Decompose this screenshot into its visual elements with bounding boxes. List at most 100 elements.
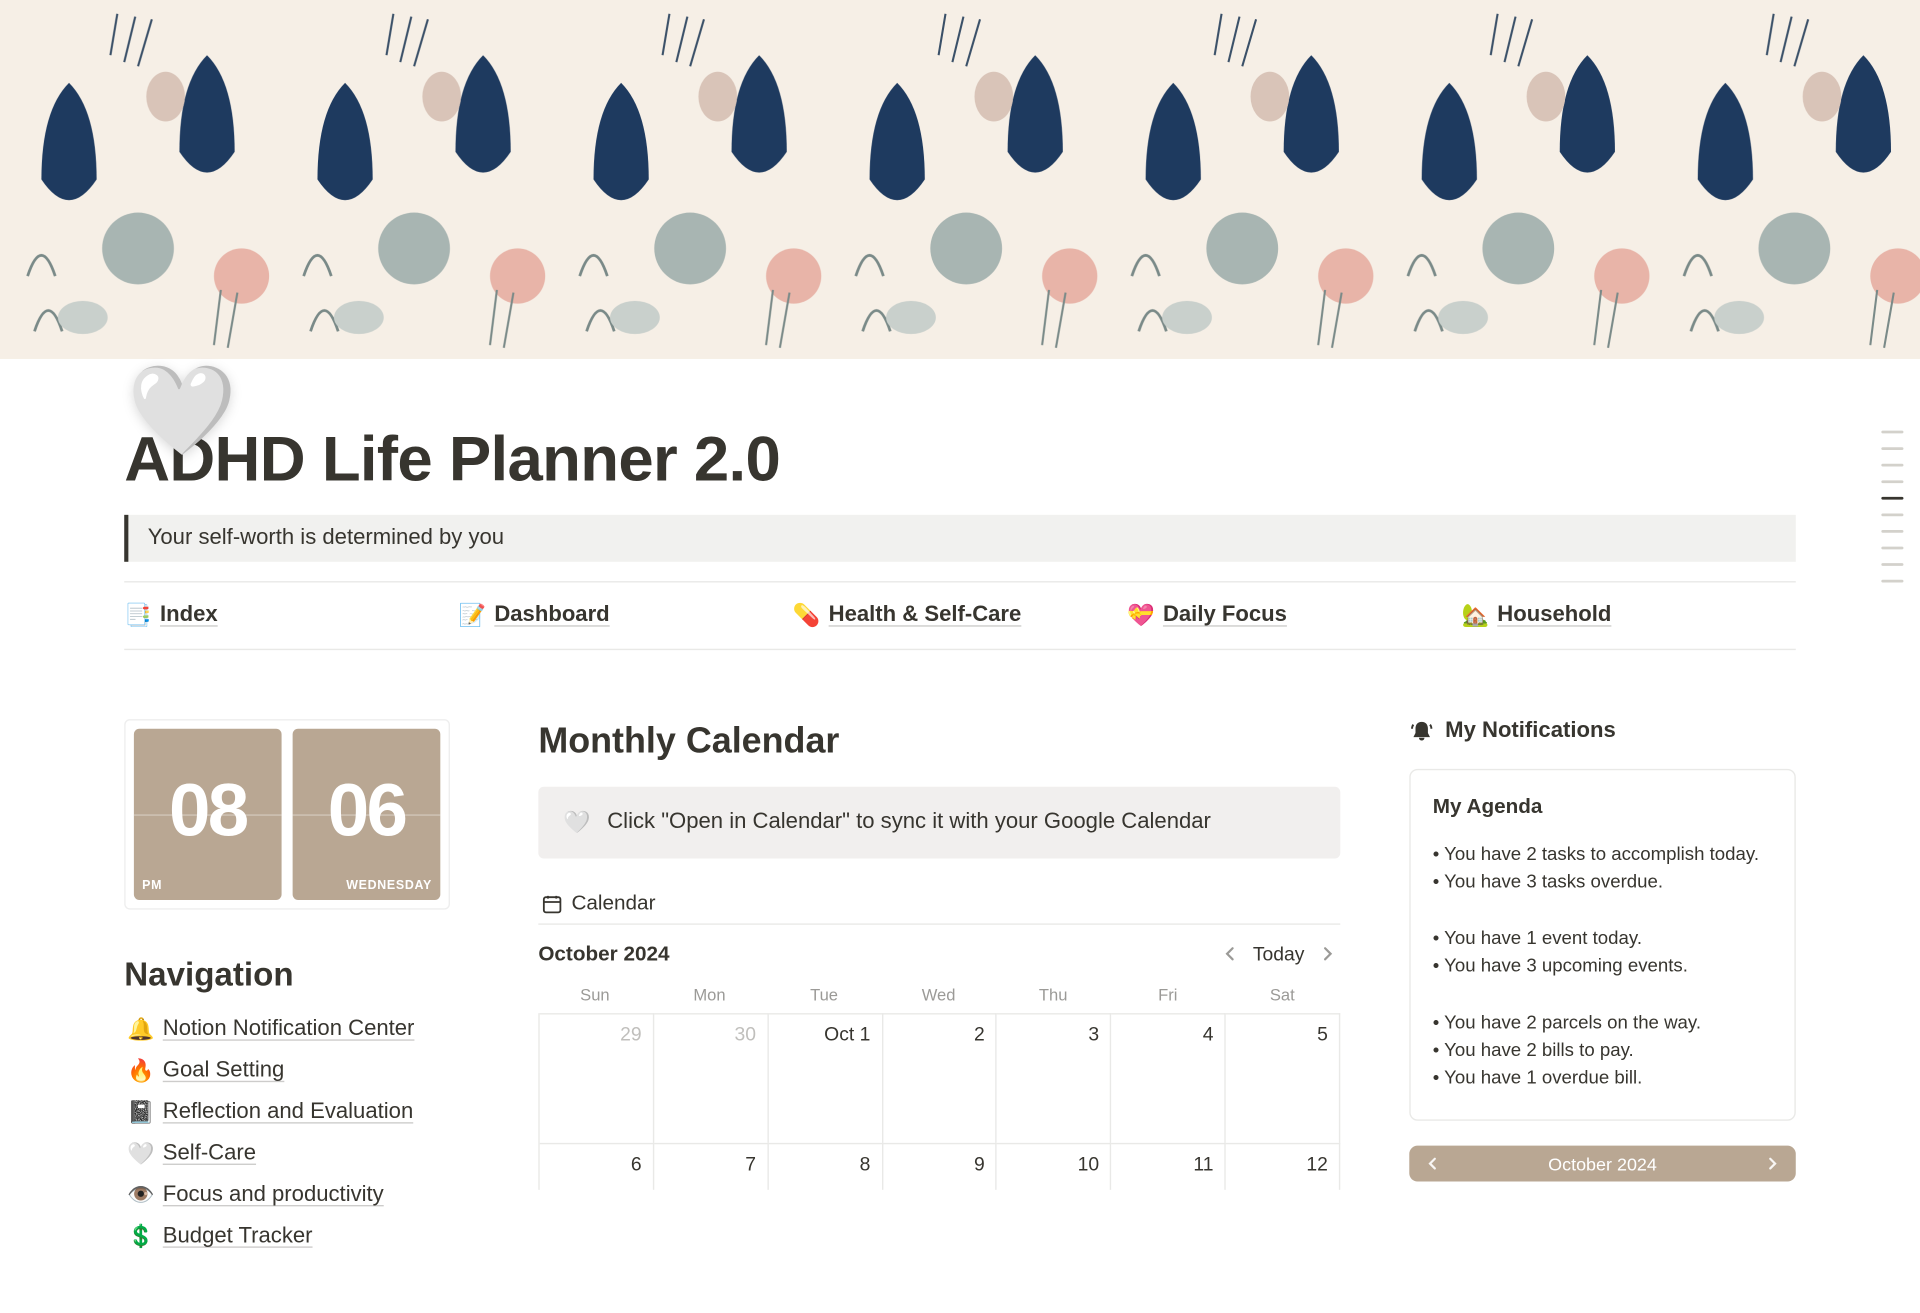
dow-mon: Mon xyxy=(653,977,768,1013)
calendar-cell[interactable]: 5 xyxy=(1226,1013,1340,1143)
clock-ampm: PM xyxy=(134,878,282,900)
emoji-icon: 📑 xyxy=(124,602,151,630)
calendar-next-button[interactable] xyxy=(1315,941,1340,966)
link-label: Daily Focus xyxy=(1163,603,1287,628)
nav-item-self-care[interactable]: 🤍 Self-Care xyxy=(124,1133,469,1174)
agenda-item: • You have 2 bills to pay. xyxy=(1433,1039,1773,1060)
nav-item-focus[interactable]: 👁️ Focus and productivity xyxy=(124,1175,469,1216)
nav-item-goal-setting[interactable]: 🔥 Goal Setting xyxy=(124,1050,469,1091)
mini-calendar-header: October 2024 xyxy=(1409,1146,1795,1182)
emoji-icon: 🔔 xyxy=(127,1016,154,1044)
agenda-item: • You have 2 parcels on the way. xyxy=(1433,1012,1773,1033)
clock-widget: 08 PM 06 WEDNESDAY xyxy=(124,719,450,909)
agenda-item: • You have 2 tasks to accomplish today. xyxy=(1433,843,1773,864)
emoji-icon: 🔥 xyxy=(127,1057,154,1085)
toc-line[interactable] xyxy=(1881,513,1903,516)
nav-item-reflection[interactable]: 📓 Reflection and Evaluation xyxy=(124,1092,469,1133)
toc-line[interactable] xyxy=(1881,464,1903,467)
dow-fri: Fri xyxy=(1111,977,1226,1013)
emoji-icon: 🏡 xyxy=(1461,602,1488,630)
link-label: Index xyxy=(160,603,218,628)
emoji-icon: 👁️ xyxy=(127,1182,154,1210)
mini-cal-month: October 2024 xyxy=(1548,1153,1657,1174)
calendar-cell[interactable]: 30 xyxy=(654,1013,768,1143)
mini-cal-prev-button[interactable] xyxy=(1426,1153,1440,1174)
agenda-card: My Agenda • You have 2 tasks to accompli… xyxy=(1409,769,1795,1121)
notifications-heading: My Notifications xyxy=(1409,719,1795,744)
emoji-icon: 📝 xyxy=(459,602,486,630)
nav-item-budget[interactable]: 💲 Budget Tracker xyxy=(124,1216,469,1257)
calendar-cell[interactable]: 9 xyxy=(883,1143,997,1190)
calendar-cell[interactable]: 7 xyxy=(654,1143,768,1190)
agenda-item: • You have 1 overdue bill. xyxy=(1433,1067,1773,1088)
top-link-daily-focus[interactable]: 💝 Daily Focus xyxy=(1127,602,1461,630)
emoji-icon: 💲 xyxy=(127,1223,154,1251)
link-label: Health & Self-Care xyxy=(829,603,1022,628)
clock-day: WEDNESDAY xyxy=(293,878,441,900)
calendar-cell[interactable]: 10 xyxy=(997,1143,1111,1190)
nav-label: Goal Setting xyxy=(163,1059,285,1084)
toc-line[interactable] xyxy=(1881,497,1903,500)
top-nav-links: 📑 Index 📝 Dashboard 💊 Health & Self-Care… xyxy=(124,602,1796,630)
dow-thu: Thu xyxy=(997,977,1112,1013)
calendar-today-button[interactable]: Today xyxy=(1253,943,1305,965)
top-link-index[interactable]: 📑 Index xyxy=(124,602,458,630)
toc-line[interactable] xyxy=(1881,580,1903,583)
link-label: Household xyxy=(1497,603,1611,628)
emoji-icon: 📓 xyxy=(127,1099,154,1127)
top-link-household[interactable]: 🏡 Household xyxy=(1461,602,1795,630)
agenda-item: • You have 3 tasks overdue. xyxy=(1433,871,1773,892)
dow-sun: Sun xyxy=(538,977,653,1013)
calendar-cell[interactable]: 4 xyxy=(1112,1013,1226,1143)
emoji-icon: 💝 xyxy=(1127,602,1154,630)
navigation-heading: Navigation xyxy=(124,957,469,996)
calendar-cell[interactable]: 3 xyxy=(997,1013,1111,1143)
agenda-title: My Agenda xyxy=(1433,795,1773,818)
divider xyxy=(124,581,1796,582)
page-icon[interactable]: 🤍 xyxy=(127,359,237,469)
table-of-contents-indicator[interactable] xyxy=(1881,431,1903,583)
clock-hours: 08 PM xyxy=(134,729,282,900)
agenda-item: • You have 3 upcoming events. xyxy=(1433,955,1773,976)
calendar-cell[interactable]: Oct 1 xyxy=(768,1013,882,1143)
nav-item-notification-center[interactable]: 🔔 Notion Notification Center xyxy=(124,1009,469,1050)
calendar-prev-button[interactable] xyxy=(1217,941,1242,966)
toc-line[interactable] xyxy=(1881,431,1903,434)
mini-cal-next-button[interactable] xyxy=(1765,1153,1779,1174)
dow-tue: Tue xyxy=(767,977,882,1013)
clock-hh: 08 xyxy=(134,773,282,848)
toc-line[interactable] xyxy=(1881,547,1903,550)
toc-line[interactable] xyxy=(1881,480,1903,483)
calendar-cell[interactable]: 2 xyxy=(883,1013,997,1143)
dow-sat: Sat xyxy=(1226,977,1341,1013)
calendar-icon xyxy=(541,892,563,914)
notifications-title: My Notifications xyxy=(1445,719,1616,744)
calendar-cell[interactable]: 8 xyxy=(768,1143,882,1190)
toc-line[interactable] xyxy=(1881,447,1903,450)
calendar-cell[interactable]: 29 xyxy=(540,1013,654,1143)
calendar-cell[interactable]: 11 xyxy=(1112,1143,1226,1190)
quote-text: Your self-worth is determined by you xyxy=(148,526,504,549)
link-label: Dashboard xyxy=(494,603,609,628)
clock-minutes: 06 WEDNESDAY xyxy=(293,729,441,900)
nav-label: Self-Care xyxy=(163,1142,256,1167)
top-link-health[interactable]: 💊 Health & Self-Care xyxy=(793,602,1127,630)
cover-image xyxy=(0,0,1920,359)
toc-line[interactable] xyxy=(1881,563,1903,566)
toc-line[interactable] xyxy=(1881,530,1903,533)
calendar-cell[interactable]: 6 xyxy=(540,1143,654,1190)
monthly-calendar-heading: Monthly Calendar xyxy=(538,719,1340,762)
calendar-cell[interactable]: 12 xyxy=(1226,1143,1340,1190)
calendar-tab[interactable]: Calendar xyxy=(538,883,1340,924)
bell-icon xyxy=(1409,719,1434,744)
divider xyxy=(124,649,1796,650)
calendar-month-label: October 2024 xyxy=(538,942,669,965)
quote-block: Your self-worth is determined by you xyxy=(124,515,1796,562)
page-title: ADHD Life Planner 2.0 xyxy=(124,421,1796,496)
calendar-callout: 🤍 Click "Open in Calendar" to sync it wi… xyxy=(538,787,1340,859)
top-link-dashboard[interactable]: 📝 Dashboard xyxy=(459,602,793,630)
calendar-grid: 29 30 Oct 1 2 3 4 5 6 7 8 9 10 11 12 xyxy=(538,1013,1340,1190)
emoji-icon: 💊 xyxy=(793,602,820,630)
nav-label: Budget Tracker xyxy=(163,1224,313,1249)
nav-label: Focus and productivity xyxy=(163,1183,384,1208)
